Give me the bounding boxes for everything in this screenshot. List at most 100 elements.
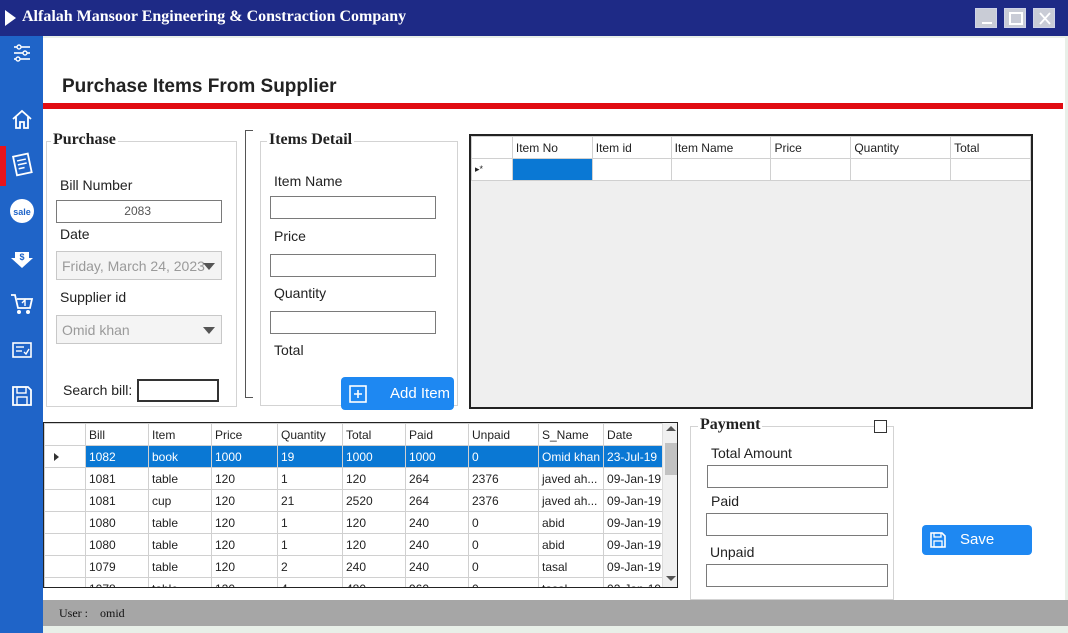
bills-grid[interactable]: Bill Item Price Quantity Total Paid Unpa… <box>43 422 678 588</box>
price-cell[interactable]: 120 <box>211 555 278 578</box>
paid-cell[interactable]: 240 <box>405 555 469 578</box>
row-header[interactable] <box>44 577 86 587</box>
save-button[interactable]: Save <box>922 525 1032 555</box>
table-row[interactable]: 1080 table 120 1 120 240 0 abid 09-Jan-19 <box>44 511 670 534</box>
bill-number-field[interactable]: 2083 <box>56 200 222 223</box>
column-header[interactable]: Total <box>950 136 1031 159</box>
column-header[interactable]: S_Name <box>537 423 605 446</box>
unpaid-cell[interactable]: 2376 <box>468 489 539 512</box>
item-cell[interactable]: table <box>148 533 212 556</box>
paid-cell[interactable]: 264 <box>405 467 469 490</box>
quantity-input[interactable] <box>270 311 436 334</box>
item-cell[interactable]: table <box>148 577 212 587</box>
unpaid-cell[interactable]: 0 <box>468 533 539 556</box>
total-cell[interactable]: 120 <box>342 533 406 556</box>
bill-cell[interactable]: 1078 <box>85 577 149 587</box>
supplier-name-cell[interactable]: tasal <box>537 577 605 587</box>
scroll-up-icon[interactable] <box>666 426 676 431</box>
row-header[interactable] <box>44 467 86 490</box>
date-cell[interactable]: 23-Jul-19 <box>603 445 670 468</box>
table-row[interactable]: 1081 cup 120 21 2520 264 2376 javed ah... 09-Jan… <box>44 489 670 512</box>
price-cell[interactable]: 120 <box>211 489 278 512</box>
paid-cell[interactable]: 960 <box>405 577 469 587</box>
price-cell[interactable]: 120 <box>211 467 278 490</box>
date-cell[interactable]: 02-Jan-19 <box>603 577 670 587</box>
quantity-cell[interactable]: 1 <box>277 533 343 556</box>
quantity-cell[interactable]: 21 <box>277 489 343 512</box>
bill-cell[interactable]: 1081 <box>85 489 149 512</box>
supplier-select[interactable]: Omid khan <box>56 315 222 344</box>
payment-checkbox[interactable] <box>874 420 887 433</box>
total-cell[interactable]: 120 <box>342 467 406 490</box>
total-amount-input[interactable] <box>707 465 888 488</box>
total-cell[interactable]: 120 <box>342 511 406 534</box>
sidebar-item-sale[interactable]: sale <box>9 198 35 224</box>
sidebar-item-cart[interactable] <box>9 291 35 317</box>
paid-cell[interactable]: 264 <box>405 489 469 512</box>
unpaid-input[interactable] <box>706 564 888 587</box>
search-bill-input[interactable] <box>137 379 219 402</box>
column-header[interactable]: Item <box>148 423 212 446</box>
paid-cell[interactable]: 240 <box>405 533 469 556</box>
item-cell[interactable]: book <box>148 445 212 468</box>
total-cell[interactable]: 2520 <box>342 489 406 512</box>
unpaid-cell[interactable]: 0 <box>468 445 539 468</box>
sidebar-item-purchase[interactable] <box>9 152 35 178</box>
date-picker[interactable]: Friday, March 24, 2023 <box>56 251 222 280</box>
bill-cell[interactable]: 1079 <box>85 555 149 578</box>
bill-cell[interactable]: 1080 <box>85 533 149 556</box>
supplier-name-cell[interactable]: tasal <box>537 555 605 578</box>
price-cell[interactable]: 120 <box>211 511 278 534</box>
row-header[interactable] <box>44 511 86 534</box>
row-header[interactable] <box>44 489 86 512</box>
row-header[interactable] <box>44 533 86 556</box>
supplier-name-cell[interactable]: abid <box>537 533 605 556</box>
price-input[interactable] <box>270 254 436 277</box>
row-header[interactable] <box>44 555 86 578</box>
sliders-icon[interactable] <box>9 40 35 66</box>
column-header[interactable]: Bill <box>85 423 149 446</box>
minimize-button[interactable] <box>975 8 997 28</box>
row-header[interactable] <box>44 445 86 468</box>
column-header[interactable]: Price <box>770 136 852 159</box>
item-name-input[interactable] <box>270 196 436 219</box>
total-cell[interactable]: 1000 <box>342 445 406 468</box>
unpaid-cell[interactable]: 0 <box>468 555 539 578</box>
table-cell[interactable] <box>670 158 772 181</box>
date-cell[interactable]: 09-Jan-19 <box>603 533 670 556</box>
paid-input[interactable] <box>706 513 888 536</box>
bill-cell[interactable]: 1081 <box>85 467 149 490</box>
total-cell[interactable]: 480 <box>342 577 406 587</box>
table-row[interactable]: 1081 table 120 1 120 264 2376 javed ah... 09-Jan… <box>44 467 670 490</box>
total-cell[interactable]: 240 <box>342 555 406 578</box>
table-cell[interactable] <box>511 158 593 181</box>
add-item-button[interactable]: Add Item <box>341 377 454 410</box>
item-cell[interactable]: cup <box>148 489 212 512</box>
column-header[interactable]: Quantity <box>850 136 952 159</box>
quantity-cell[interactable]: 19 <box>277 445 343 468</box>
sidebar-item-reports[interactable] <box>9 337 35 363</box>
scroll-down-icon[interactable] <box>666 576 676 581</box>
table-cell[interactable] <box>950 158 1031 181</box>
column-header[interactable]: Paid <box>405 423 469 446</box>
column-header[interactable]: Quantity <box>277 423 343 446</box>
column-header[interactable]: Price <box>211 423 278 446</box>
table-cell[interactable] <box>770 158 852 181</box>
close-button[interactable] <box>1033 8 1055 28</box>
date-cell[interactable]: 09-Jan-19 <box>603 555 670 578</box>
unpaid-cell[interactable]: 2376 <box>468 467 539 490</box>
paid-cell[interactable]: 240 <box>405 511 469 534</box>
table-cell[interactable] <box>591 158 672 181</box>
table-row[interactable]: 1078table12044809600tasal02-Jan-19 <box>44 577 670 587</box>
supplier-name-cell[interactable]: abid <box>537 511 605 534</box>
column-header[interactable]: Item No <box>511 136 593 159</box>
maximize-button[interactable] <box>1004 8 1026 28</box>
column-header[interactable]: Unpaid <box>468 423 539 446</box>
sidebar-item-home[interactable] <box>9 106 35 132</box>
quantity-cell[interactable]: 1 <box>277 511 343 534</box>
items-grid[interactable]: Item No Item id Item Name Price Quantity… <box>469 134 1033 409</box>
table-row[interactable]: 1080 table 120 1 120 240 0 abid 09-Jan-19 <box>44 533 670 556</box>
item-cell[interactable]: table <box>148 467 212 490</box>
scrollbar-thumb[interactable] <box>665 443 677 475</box>
price-cell[interactable]: 1000 <box>211 445 278 468</box>
